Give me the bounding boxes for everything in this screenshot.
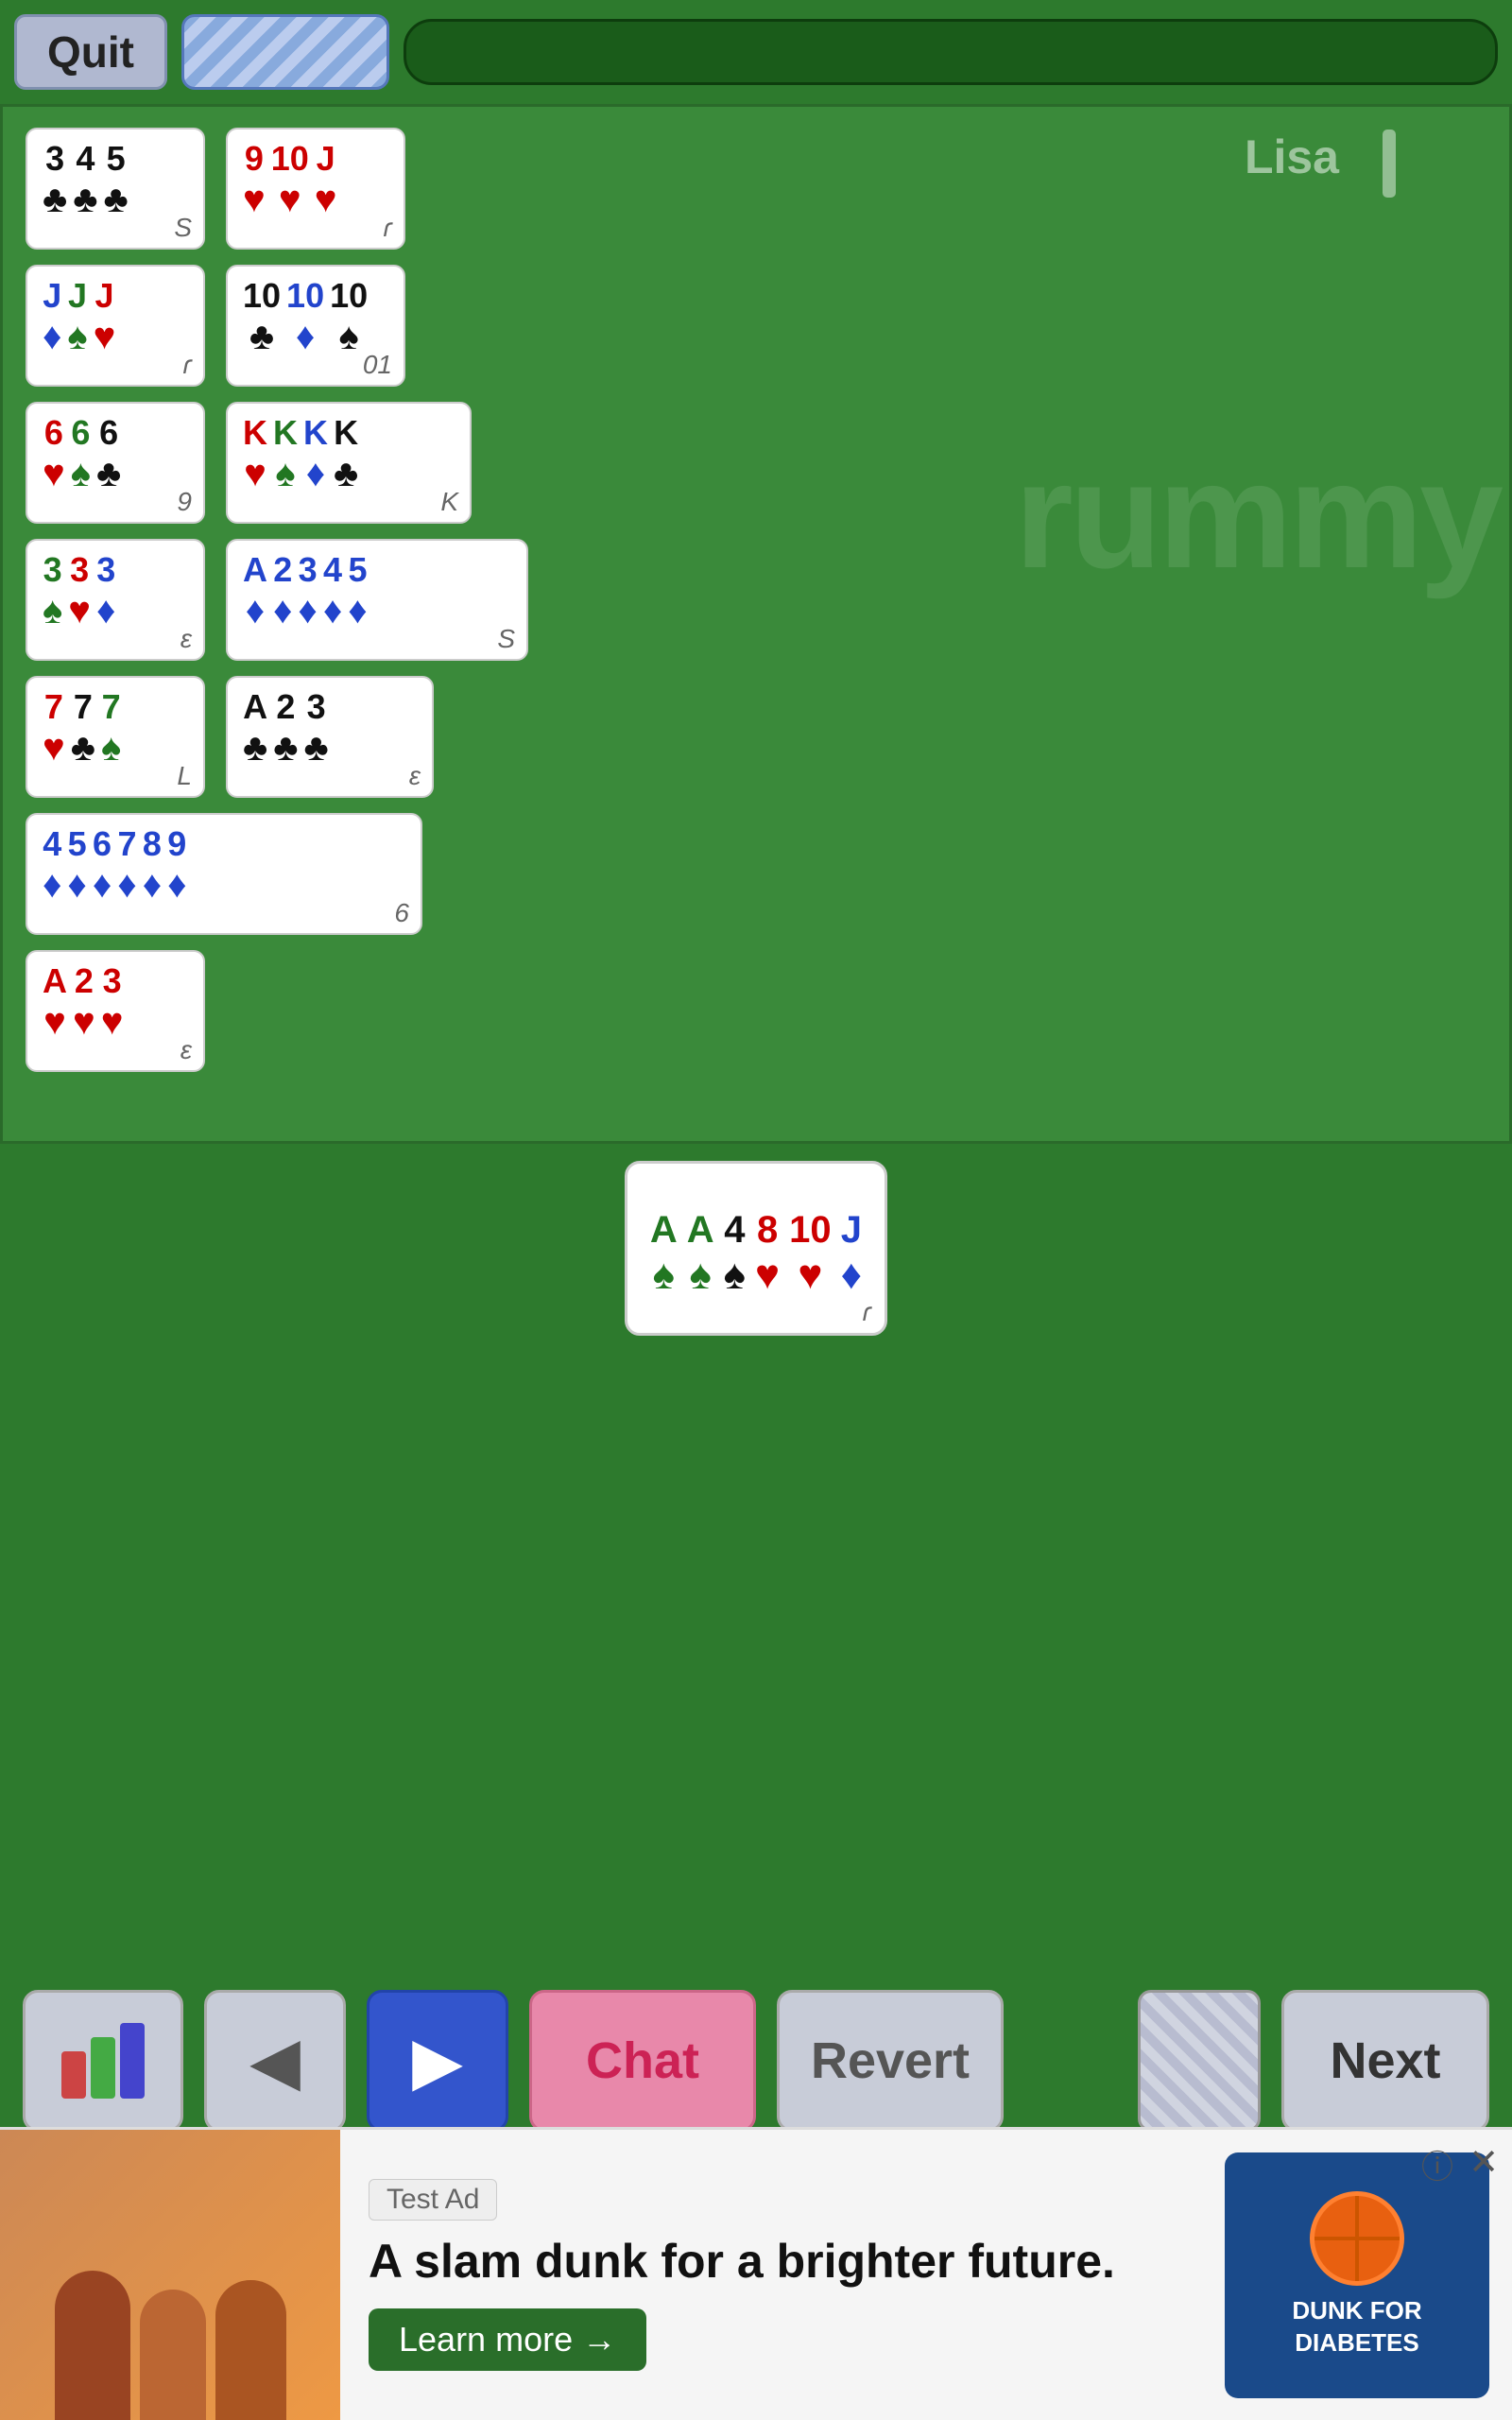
- player-name-label: Lisa: [1245, 130, 1339, 184]
- card: J♥: [94, 276, 116, 358]
- card: 3♦: [298, 550, 317, 632]
- meld-group[interactable]: A♣ 2♣ 3♣ ε: [226, 676, 434, 798]
- ad-headline: A slam dunk for a brighter future.: [369, 2232, 1196, 2291]
- ad-banner: Test Ad A slam dunk for a brighter futur…: [0, 2127, 1512, 2420]
- deck-top-indicator: [181, 14, 389, 90]
- play-area: Lisa rummy 3♣ 4♣ 5♣ S 9♥ 10♥ J♥ ɾ J♦ J♠ …: [0, 104, 1512, 1144]
- card: 3♣: [304, 687, 329, 769]
- meld-group[interactable]: 3♠ 3♥ 3♦ ε: [26, 539, 205, 661]
- card: 5♣: [104, 139, 129, 221]
- card: J♠: [67, 276, 87, 358]
- card: 5♦: [348, 550, 367, 632]
- card: K♥: [243, 413, 267, 495]
- ad-image: [0, 2129, 340, 2420]
- card: A♣: [243, 687, 267, 769]
- card: 3♥: [68, 550, 91, 632]
- card: 7♦: [117, 824, 136, 907]
- ad-tag-label: Test Ad: [369, 2179, 497, 2221]
- card: 6♠: [71, 413, 91, 495]
- card: J♦: [43, 276, 61, 358]
- card: 4♣: [73, 139, 97, 221]
- player-hand[interactable]: A♠ A♠ 4♠ 8♥ 10♥ J♦ ɾ: [625, 1161, 887, 1336]
- card: 6♣: [96, 413, 121, 495]
- next-button[interactable]: Next: [1281, 1990, 1489, 2132]
- meld-group[interactable]: 4♦ 5♦ 6♦ 7♦ 8♦ 9♦ 6: [26, 813, 422, 935]
- player-turn-indicator: [1383, 130, 1396, 198]
- meld-group[interactable]: 6♥ 6♠ 6♣ 9: [26, 402, 205, 524]
- card: K♣: [334, 413, 358, 495]
- quit-button[interactable]: Quit: [14, 14, 167, 90]
- sort-button[interactable]: [23, 1990, 183, 2132]
- action-bar: ◀ ▶ Chat Revert Next: [0, 1976, 1512, 2146]
- card: 10♣: [243, 276, 281, 358]
- card: 3♥: [101, 961, 124, 1044]
- meld-group[interactable]: 3♣ 4♣ 5♣ S: [26, 128, 205, 250]
- meld-group[interactable]: A♦ 2♦ 3♦ 4♦ 5♦ S: [226, 539, 528, 661]
- card: 6♥: [43, 413, 65, 495]
- top-bar: Quit: [0, 0, 1512, 104]
- score-bar: [404, 19, 1498, 85]
- card: 7♠: [101, 687, 121, 769]
- ad-cta-button[interactable]: Learn more →: [369, 2308, 646, 2371]
- meld-row-4: 3♠ 3♥ 3♦ ε A♦ 2♦ 3♦ 4♦ 5♦ S: [26, 539, 1486, 661]
- hand-card[interactable]: 4♠: [724, 1209, 746, 1299]
- hand-card[interactable]: 10♥: [789, 1209, 832, 1299]
- meld-row-2: J♦ J♠ J♥ ɾ 10♣ 10♦ 10♠ 01: [26, 265, 1486, 387]
- chat-button[interactable]: Chat: [529, 1990, 756, 2132]
- meld-group[interactable]: 10♣ 10♦ 10♠ 01: [226, 265, 405, 387]
- meld-group[interactable]: K♥ K♠ K♦ K♣ K: [226, 402, 472, 524]
- hand-card[interactable]: 8♥: [755, 1209, 780, 1299]
- card: A♦: [243, 550, 267, 632]
- card: 10♦: [286, 276, 324, 358]
- card: 2♦: [273, 550, 292, 632]
- card: 9♥: [243, 139, 266, 221]
- draw-pile[interactable]: [1138, 1990, 1261, 2132]
- card: 6♦: [93, 824, 112, 907]
- meld-group[interactable]: J♦ J♠ J♥ ɾ: [26, 265, 205, 387]
- card: 9♦: [167, 824, 186, 907]
- card: 7♥: [43, 687, 65, 769]
- ad-info-button[interactable]: ⓘ: [1421, 2141, 1453, 2187]
- card: 3♣: [43, 139, 67, 221]
- card: 4♦: [43, 824, 61, 907]
- meld-row-3: 6♥ 6♠ 6♣ 9 K♥ K♠ K♦ K♣ K: [26, 402, 1486, 524]
- card: 3♠: [43, 550, 62, 632]
- card: 10♠: [330, 276, 368, 358]
- card: 8♦: [143, 824, 162, 907]
- meld-group[interactable]: 9♥ 10♥ J♥ ɾ: [226, 128, 405, 250]
- forward-button[interactable]: ▶: [367, 1990, 508, 2132]
- card: 5♦: [67, 824, 86, 907]
- card: 2♥: [73, 961, 95, 1044]
- card: K♠: [273, 413, 298, 495]
- card: 7♣: [71, 687, 95, 769]
- meld-row-6: 4♦ 5♦ 6♦ 7♦ 8♦ 9♦ 6: [26, 813, 1486, 935]
- card: 3♦: [96, 550, 115, 632]
- revert-button[interactable]: Revert: [777, 1990, 1004, 2132]
- card: 10♥: [271, 139, 309, 221]
- ad-close-button[interactable]: ✕: [1469, 2141, 1499, 2184]
- back-button[interactable]: ◀: [204, 1990, 346, 2132]
- meld-group[interactable]: A♥ 2♥ 3♥ ε: [26, 950, 205, 1072]
- ad-logo: DUNK FORDIABETES: [1225, 2152, 1489, 2398]
- card: K♦: [303, 413, 328, 495]
- card: A♥: [43, 961, 67, 1044]
- card: J♥: [315, 139, 337, 221]
- hand-card[interactable]: A♠: [650, 1209, 678, 1299]
- card: 2♣: [273, 687, 298, 769]
- hand-card[interactable]: A♠: [687, 1209, 714, 1299]
- meld-group[interactable]: 7♥ 7♣ 7♠ L: [26, 676, 205, 798]
- hand-area: A♠ A♠ 4♠ 8♥ 10♥ J♦ ɾ: [0, 1144, 1512, 1352]
- meld-row-5: 7♥ 7♣ 7♠ L A♣ 2♣ 3♣ ε: [26, 676, 1486, 798]
- hand-card[interactable]: J♦: [841, 1209, 862, 1299]
- ad-content: Test Ad A slam dunk for a brighter futur…: [340, 2160, 1225, 2390]
- meld-row-7: A♥ 2♥ 3♥ ε: [26, 950, 1486, 1072]
- card: 4♦: [323, 550, 342, 632]
